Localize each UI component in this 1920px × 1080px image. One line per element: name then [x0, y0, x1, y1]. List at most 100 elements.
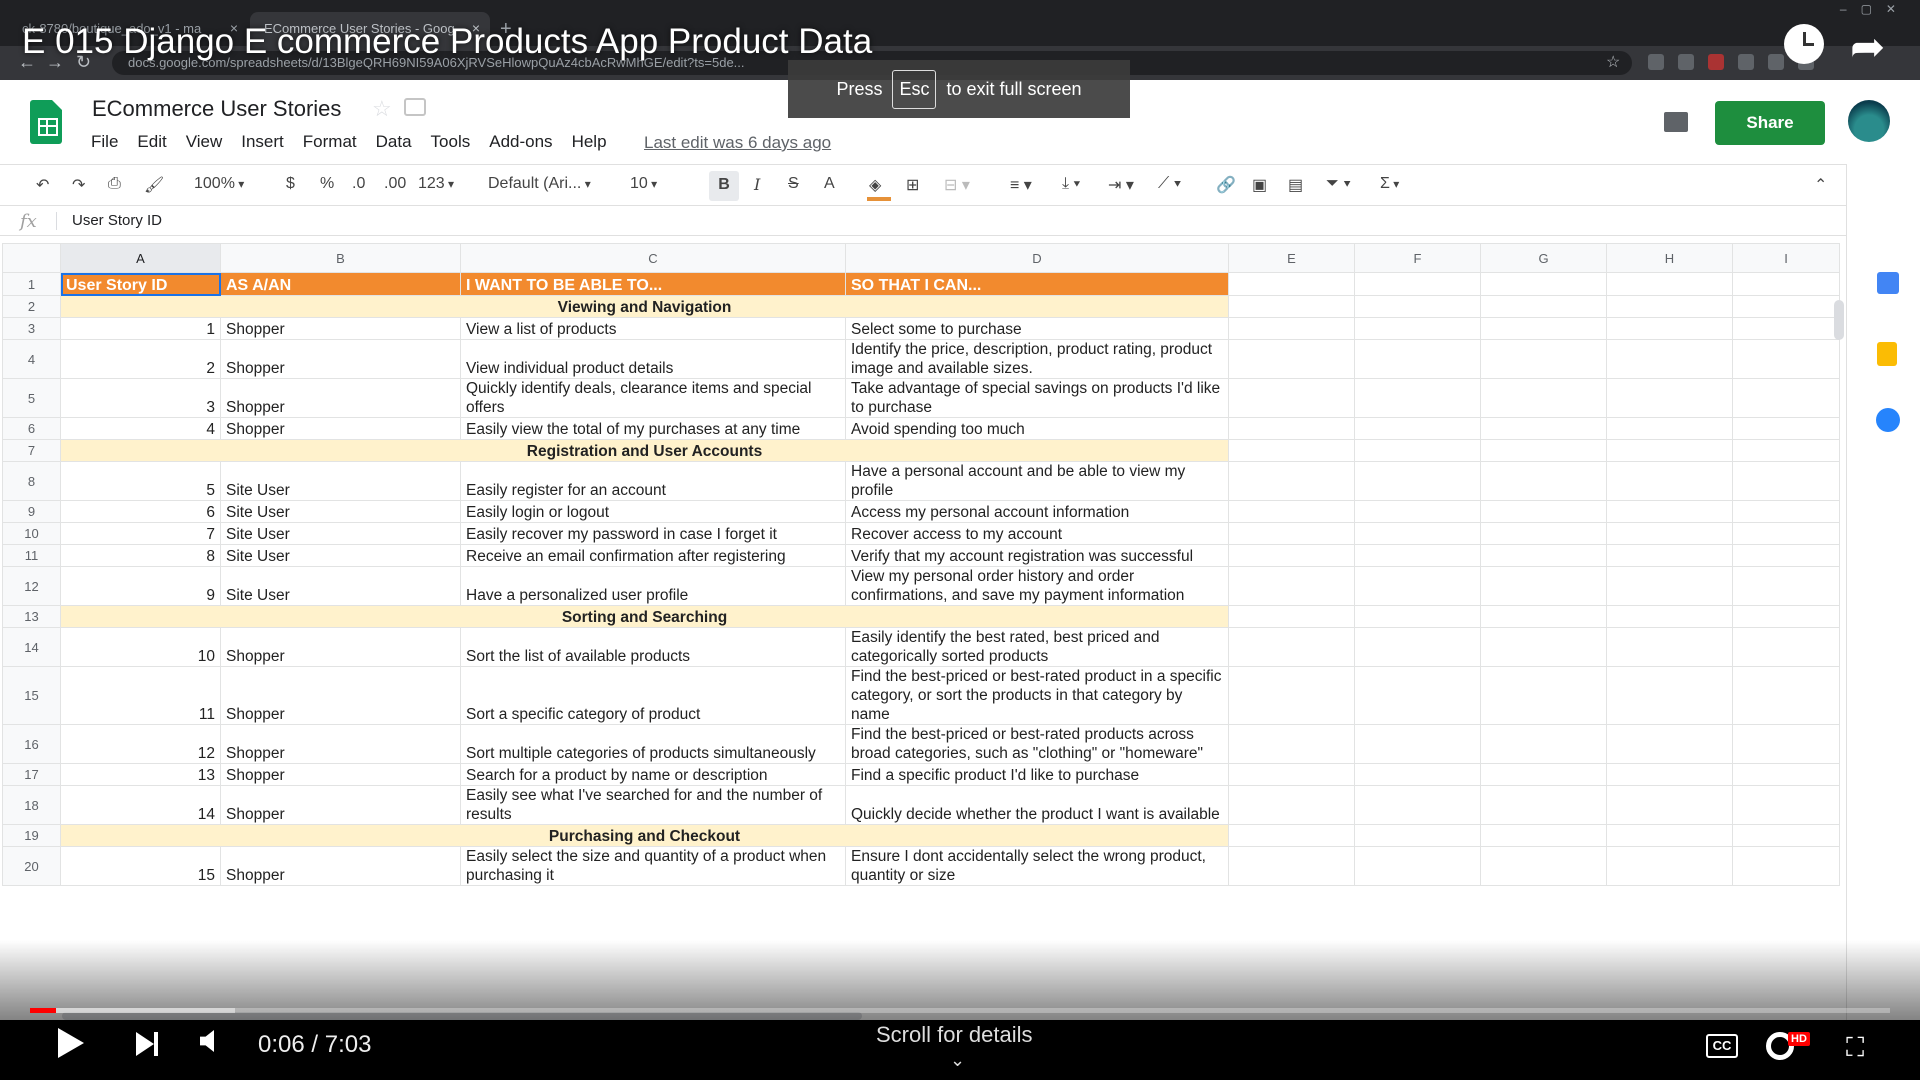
- story-id-cell[interactable]: 9: [60, 566, 221, 606]
- section-title[interactable]: Registration and User Accounts: [60, 439, 1229, 462]
- play-icon[interactable]: [58, 1028, 84, 1058]
- role-cell[interactable]: Shopper: [220, 417, 461, 440]
- story-id-cell[interactable]: 10: [60, 627, 221, 667]
- cell[interactable]: [1732, 666, 1840, 725]
- cell[interactable]: [1480, 295, 1607, 318]
- video-title[interactable]: E 015 Django E commerce Products App Pro…: [22, 22, 872, 62]
- text-wrap-icon[interactable]: ⇥ ▾: [1108, 175, 1134, 195]
- row-number[interactable]: 7: [2, 439, 61, 462]
- row-number[interactable]: 15: [2, 666, 61, 725]
- font-select[interactable]: Default (Ari...: [488, 175, 591, 193]
- section-title[interactable]: Sorting and Searching: [60, 605, 1229, 628]
- zoom-select[interactable]: 100%: [194, 175, 244, 193]
- column-header[interactable]: D: [845, 243, 1229, 273]
- cell[interactable]: [1606, 566, 1733, 606]
- want-cell[interactable]: Receive an email confirmation after regi…: [460, 544, 846, 567]
- cell[interactable]: [1228, 566, 1355, 606]
- story-id-cell[interactable]: 12: [60, 724, 221, 764]
- row-number[interactable]: 4: [2, 339, 61, 379]
- cell[interactable]: [1228, 522, 1355, 545]
- cell[interactable]: [1228, 439, 1355, 462]
- cell[interactable]: [1732, 763, 1840, 786]
- want-cell[interactable]: Quickly identify deals, clearance items …: [460, 378, 846, 418]
- extension-icon[interactable]: [1738, 54, 1754, 70]
- avatar[interactable]: [1848, 100, 1890, 142]
- cell[interactable]: [1480, 461, 1607, 501]
- cell[interactable]: [1354, 272, 1481, 296]
- cell[interactable]: [1480, 785, 1607, 825]
- want-cell[interactable]: Sort a specific category of product: [460, 666, 846, 725]
- column-header[interactable]: E: [1228, 243, 1355, 273]
- cell[interactable]: [1606, 724, 1733, 764]
- cell[interactable]: [1606, 763, 1733, 786]
- cell[interactable]: [1228, 824, 1355, 847]
- cell[interactable]: [1732, 566, 1840, 606]
- paint-format-icon[interactable]: 🖌: [144, 175, 164, 195]
- vertical-align-icon[interactable]: ⤓ ▾: [1062, 175, 1080, 193]
- story-id-cell[interactable]: 3: [60, 378, 221, 418]
- cell[interactable]: [1354, 417, 1481, 440]
- so-that-cell[interactable]: Select some to purchase: [845, 317, 1229, 340]
- story-id-cell[interactable]: 4: [60, 417, 221, 440]
- story-id-cell[interactable]: 11: [60, 666, 221, 725]
- want-cell[interactable]: Easily see what I've searched for and th…: [460, 785, 846, 825]
- cell[interactable]: [1354, 317, 1481, 340]
- cell[interactable]: [1354, 522, 1481, 545]
- cell[interactable]: [1732, 378, 1840, 418]
- role-cell[interactable]: Shopper: [220, 317, 461, 340]
- text-color-button[interactable]: A: [824, 175, 835, 193]
- so-that-cell[interactable]: Identify the price, description, product…: [845, 339, 1229, 379]
- extension-icon[interactable]: [1648, 54, 1664, 70]
- insert-chart-icon[interactable]: ▤: [1288, 175, 1303, 195]
- font-size-select[interactable]: 10: [630, 175, 657, 193]
- want-cell[interactable]: Sort multiple categories of products sim…: [460, 724, 846, 764]
- cell[interactable]: [1732, 417, 1840, 440]
- want-cell[interactable]: Search for a product by name or descript…: [460, 763, 846, 786]
- cell[interactable]: [1480, 500, 1607, 523]
- cell[interactable]: [1354, 724, 1481, 764]
- cell[interactable]: [1228, 763, 1355, 786]
- cell[interactable]: [1354, 439, 1481, 462]
- cell[interactable]: [1228, 544, 1355, 567]
- keep-icon[interactable]: [1877, 342, 1897, 366]
- so-that-cell[interactable]: Verify that my account registration was …: [845, 544, 1229, 567]
- percent-format[interactable]: %: [320, 175, 334, 193]
- cell[interactable]: [1606, 295, 1733, 318]
- row-number[interactable]: 13: [2, 605, 61, 628]
- insert-link-icon[interactable]: 🔗: [1216, 175, 1236, 195]
- cell[interactable]: [1354, 785, 1481, 825]
- story-id-cell[interactable]: 8: [60, 544, 221, 567]
- functions-button[interactable]: Σ: [1380, 175, 1399, 193]
- share-button[interactable]: Share: [1715, 101, 1825, 145]
- column-header[interactable]: C: [460, 243, 846, 273]
- cell[interactable]: [1354, 339, 1481, 379]
- text-rotation-icon[interactable]: ⟋ ▾: [1158, 175, 1181, 193]
- row-number[interactable]: 18: [2, 785, 61, 825]
- menu-edit[interactable]: Edit: [137, 132, 166, 152]
- cell[interactable]: [1606, 627, 1733, 667]
- bold-button[interactable]: B: [709, 171, 739, 201]
- role-cell[interactable]: Shopper: [220, 339, 461, 379]
- cell[interactable]: [1606, 378, 1733, 418]
- role-cell[interactable]: Shopper: [220, 378, 461, 418]
- cell[interactable]: [1354, 846, 1481, 886]
- cell[interactable]: [1354, 566, 1481, 606]
- header-cell[interactable]: User Story ID: [60, 272, 221, 296]
- exit-fullscreen-icon[interactable]: ⛶: [1846, 1032, 1864, 1064]
- cell[interactable]: [1228, 500, 1355, 523]
- story-id-cell[interactable]: 15: [60, 846, 221, 886]
- italic-button[interactable]: I: [754, 175, 760, 194]
- row-number[interactable]: 9: [2, 500, 61, 523]
- tasks-icon[interactable]: [1876, 408, 1900, 432]
- role-cell[interactable]: Site User: [220, 500, 461, 523]
- cell[interactable]: [1354, 627, 1481, 667]
- row-number[interactable]: 20: [2, 846, 61, 886]
- select-all-corner[interactable]: [2, 243, 61, 273]
- role-cell[interactable]: Site User: [220, 522, 461, 545]
- role-cell[interactable]: Site User: [220, 544, 461, 567]
- column-header[interactable]: H: [1606, 243, 1733, 273]
- cell[interactable]: [1480, 544, 1607, 567]
- menu-help[interactable]: Help: [572, 132, 607, 152]
- cell[interactable]: [1354, 461, 1481, 501]
- bookmark-star-icon[interactable]: ☆: [1606, 52, 1620, 72]
